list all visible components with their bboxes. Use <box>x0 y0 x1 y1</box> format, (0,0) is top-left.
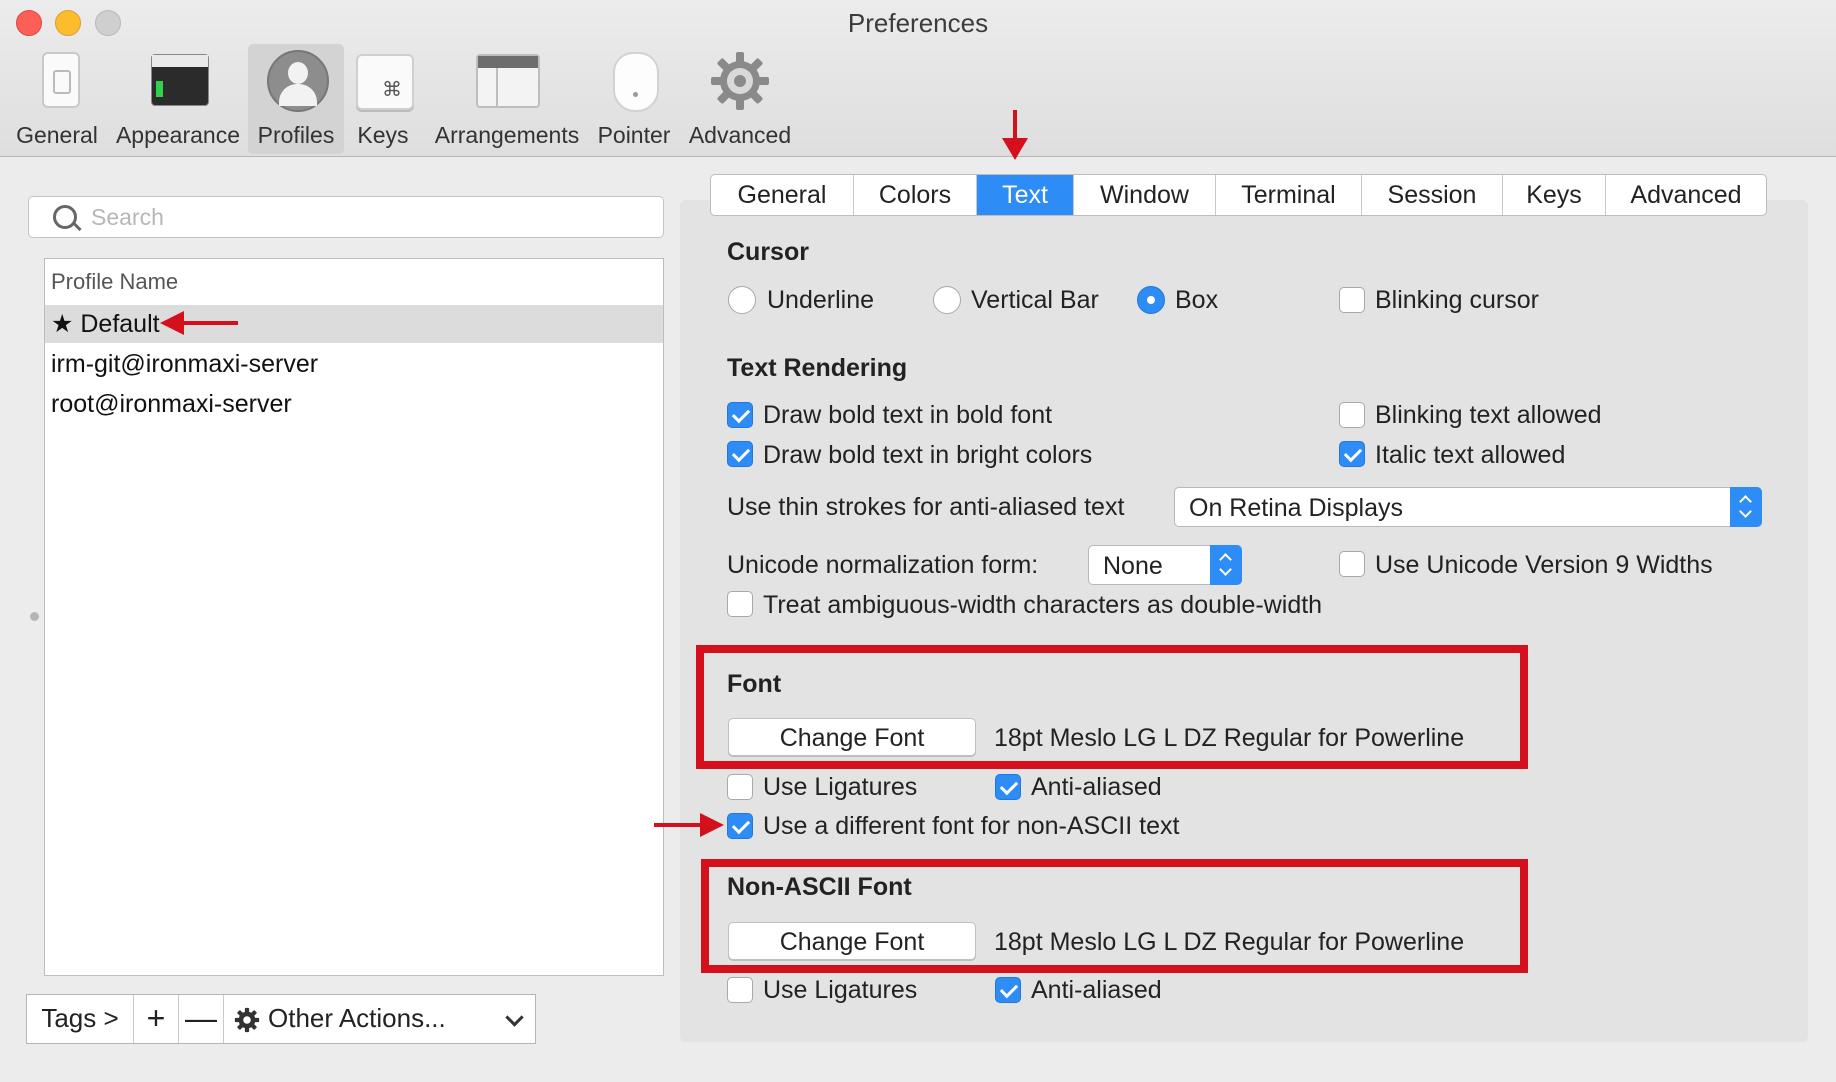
annotation-arrow-down <box>1002 110 1028 160</box>
profile-tabs: General Colors Text Window Terminal Sess… <box>710 174 1767 216</box>
tab-window[interactable]: Window <box>1074 175 1216 215</box>
search-icon <box>53 205 77 229</box>
toolbar-advanced[interactable]: Advanced <box>688 44 792 154</box>
non-ascii-ligatures-label: Use Ligatures <box>763 976 918 1004</box>
ambiguous-width-label: Treat ambiguous-width characters as doub… <box>763 591 1323 619</box>
split-view-handle[interactable] <box>30 612 39 621</box>
chevron-updown-icon <box>1730 487 1762 527</box>
toolbar-keys[interactable]: ⌘ Keys <box>352 44 414 154</box>
pointer-icon <box>603 50 665 112</box>
tab-colors[interactable]: Colors <box>854 175 977 215</box>
gear-icon <box>709 50 771 112</box>
arrangements-icon <box>476 50 540 112</box>
cursor-underline-label: Underline <box>767 286 875 314</box>
different-font-checkbox[interactable] <box>727 813 753 839</box>
italic-text-label: Italic text allowed <box>1375 441 1566 469</box>
annotation-arrow-right <box>654 813 724 837</box>
profile-list[interactable]: Profile Name ★ Default irm-git@ironmaxi-… <box>44 258 664 976</box>
cursor-box-radio[interactable] <box>1137 286 1165 314</box>
gear-icon <box>234 1007 260 1033</box>
tab-text[interactable]: Text <box>977 175 1074 215</box>
anti-aliased-checkbox[interactable] <box>995 774 1021 800</box>
thin-strokes-popup[interactable]: On Retina Displays <box>1174 487 1762 527</box>
chevron-updown-icon <box>1210 545 1242 585</box>
toolbar-arrangements[interactable]: Arrangements <box>432 44 582 154</box>
current-font-label: 18pt Meslo LG L DZ Regular for Powerline <box>994 724 1465 752</box>
profile-actions-bar: Tags > + — Other Actions... <box>26 994 536 1044</box>
profile-row-default[interactable]: ★ Default <box>45 305 663 343</box>
other-actions-menu[interactable]: Other Actions... <box>224 995 535 1043</box>
tab-general[interactable]: General <box>711 175 854 215</box>
toolbar-appearance[interactable]: Appearance <box>112 44 244 154</box>
italic-text-checkbox[interactable] <box>1339 441 1365 467</box>
blinking-cursor-checkbox[interactable] <box>1339 287 1365 313</box>
tab-keys[interactable]: Keys <box>1503 175 1606 215</box>
non-ascii-anti-aliased-label: Anti-aliased <box>1031 976 1162 1004</box>
font-heading: Font <box>727 670 782 698</box>
unicode-normalization-popup[interactable]: None <box>1088 545 1242 585</box>
unicode-normalization-label: Unicode normalization form: <box>727 551 1039 579</box>
search-input[interactable] <box>89 201 653 233</box>
bright-colors-checkbox[interactable] <box>727 441 753 467</box>
toolbar-label: Pointer <box>597 122 671 148</box>
profile-row[interactable]: irm-git@ironmaxi-server <box>45 345 663 383</box>
window-title: Preferences <box>847 8 989 38</box>
other-actions-label: Other Actions... <box>268 1003 446 1033</box>
cursor-heading: Cursor <box>727 238 809 266</box>
profile-name-column-header[interactable]: Profile Name <box>51 269 178 295</box>
unicode-normalization-value: None <box>1103 552 1163 580</box>
toolbar-label: General <box>16 122 98 148</box>
anti-aliased-label: Anti-aliased <box>1031 773 1162 801</box>
different-font-label: Use a different font for non-ASCII text <box>763 812 1180 840</box>
appearance-icon <box>147 50 209 112</box>
tags-button[interactable]: Tags > <box>27 995 134 1043</box>
bold-font-checkbox[interactable] <box>727 402 753 428</box>
tab-advanced[interactable]: Advanced <box>1606 175 1766 215</box>
annotation-arrow-left <box>160 311 238 335</box>
toolbar-label: Appearance <box>115 122 241 148</box>
ambiguous-width-checkbox[interactable] <box>727 591 753 617</box>
non-ascii-font-heading: Non-ASCII Font <box>727 873 912 901</box>
cursor-vertical-bar-label: Vertical Bar <box>971 286 1099 314</box>
toolbar-profiles[interactable]: Profiles <box>248 44 344 154</box>
cursor-underline-radio[interactable] <box>728 286 756 314</box>
bright-colors-label: Draw bold text in bright colors <box>763 441 1093 469</box>
profile-search-field[interactable] <box>28 196 664 238</box>
toolbar-label: Advanced <box>688 122 792 148</box>
title-bar: Preferences General Appearance Profiles … <box>0 0 1836 157</box>
change-non-ascii-font-button[interactable]: Change Font <box>728 922 976 960</box>
profile-row[interactable]: root@ironmaxi-server <box>45 385 663 423</box>
remove-profile-button[interactable]: — <box>179 995 224 1043</box>
toolbar-general[interactable]: General <box>14 44 100 154</box>
cursor-box-label: Box <box>1175 286 1219 314</box>
use-ligatures-label: Use Ligatures <box>763 773 918 801</box>
text-rendering-heading: Text Rendering <box>727 354 908 382</box>
blinking-text-checkbox[interactable] <box>1339 402 1365 428</box>
blinking-cursor-label: Blinking cursor <box>1375 286 1539 314</box>
general-icon <box>26 50 88 112</box>
cursor-vertical-bar-radio[interactable] <box>933 286 961 314</box>
chevron-down-icon <box>505 1008 524 1027</box>
thin-strokes-value: On Retina Displays <box>1189 494 1403 522</box>
tab-terminal[interactable]: Terminal <box>1216 175 1362 215</box>
toolbar-label: Arrangements <box>434 122 580 148</box>
use-ligatures-checkbox[interactable] <box>727 774 753 800</box>
profiles-icon <box>265 50 329 112</box>
blinking-text-label: Blinking text allowed <box>1375 401 1602 429</box>
current-non-ascii-font-label: 18pt Meslo LG L DZ Regular for Powerline <box>994 928 1465 956</box>
add-profile-button[interactable]: + <box>134 995 179 1043</box>
change-font-button[interactable]: Change Font <box>728 718 976 756</box>
thin-strokes-label: Use thin strokes for anti-aliased text <box>727 493 1125 521</box>
toolbar-label: Profiles <box>257 122 335 148</box>
non-ascii-ligatures-checkbox[interactable] <box>727 977 753 1003</box>
non-ascii-anti-aliased-checkbox[interactable] <box>995 977 1021 1003</box>
unicode9-widths-label: Use Unicode Version 9 Widths <box>1375 551 1713 579</box>
keys-icon: ⌘ <box>352 50 414 112</box>
toolbar-label: Keys <box>357 122 409 148</box>
unicode9-widths-checkbox[interactable] <box>1339 551 1365 577</box>
toolbar-pointer[interactable]: Pointer <box>594 44 674 154</box>
tab-session[interactable]: Session <box>1362 175 1503 215</box>
bold-font-label: Draw bold text in bold font <box>763 401 1053 429</box>
